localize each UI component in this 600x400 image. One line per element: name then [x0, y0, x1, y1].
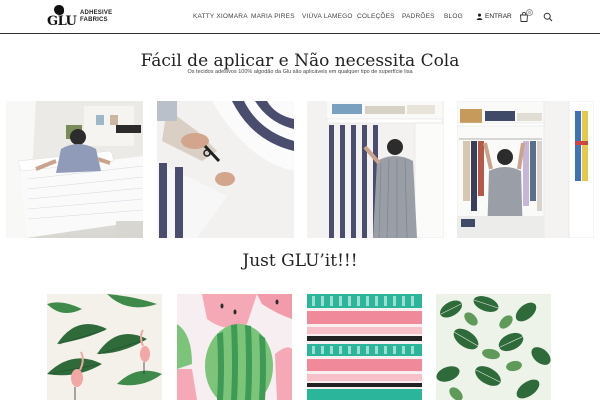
photo-cutting-fabric[interactable]: [157, 101, 294, 238]
photo-cutting-fabric-art: [157, 101, 294, 238]
logo-mark: GLU: [46, 5, 77, 29]
section-title: Just GLU’it!!!: [242, 251, 358, 271]
fabric-pink-teal-stripes[interactable]: [307, 294, 422, 400]
brand-logo[interactable]: GLU ADHESIVE FABRICS: [46, 5, 112, 29]
photo-applying-wall-art: [6, 101, 143, 238]
photo-applying-wall[interactable]: [6, 101, 143, 238]
logo-line1: ADHESIVE: [80, 10, 113, 16]
nav-item-katty-xiomara[interactable]: KATTY XIOMARA: [193, 13, 248, 20]
photo-closet-striped[interactable]: [307, 101, 444, 238]
fabric-tropical-flamingo-art: [47, 294, 162, 400]
logo-line2: FABRICS: [80, 17, 108, 23]
nav-item-blog[interactable]: BLOG: [444, 13, 463, 20]
hero-subline: Os tecidos adesivos 100% algodão da Glu …: [187, 69, 413, 75]
cart-count-badge: 0: [526, 9, 533, 16]
fabric-watermelon-art: [177, 294, 292, 400]
photo-wardrobe-art: [457, 101, 594, 238]
fabric-green-leaves[interactable]: [436, 294, 551, 400]
logo-tagline: ADHESIVE FABRICS: [80, 10, 112, 24]
login-label: ENTRAR: [485, 13, 512, 20]
nav-item-maria-pires[interactable]: MARIA PIRES: [251, 13, 295, 20]
hero-headline: Fácil de aplicar e Não necessita Cola: [140, 51, 460, 71]
logo-text: GLU: [47, 14, 77, 29]
search-icon[interactable]: [543, 12, 553, 22]
site-header: GLU ADHESIVE FABRICS KATTY XIOMARA MARIA…: [0, 0, 600, 34]
nav-item-padroes[interactable]: PADRÕES: [402, 13, 435, 20]
fabric-tropical-flamingo[interactable]: [47, 294, 162, 400]
fabric-watermelon[interactable]: [177, 294, 292, 400]
user-icon: [476, 13, 483, 20]
fabric-green-leaves-art: [436, 294, 551, 400]
photo-closet-striped-art: [307, 101, 444, 238]
nav-item-viuva-lamego[interactable]: VIÚVA LAMEGO: [302, 13, 353, 20]
login-link[interactable]: ENTRAR: [476, 13, 512, 20]
nav-item-colecoes[interactable]: COLEÇÕES: [357, 13, 395, 20]
fabric-pink-teal-stripes-art: [307, 294, 422, 400]
photo-wardrobe[interactable]: [457, 101, 594, 238]
